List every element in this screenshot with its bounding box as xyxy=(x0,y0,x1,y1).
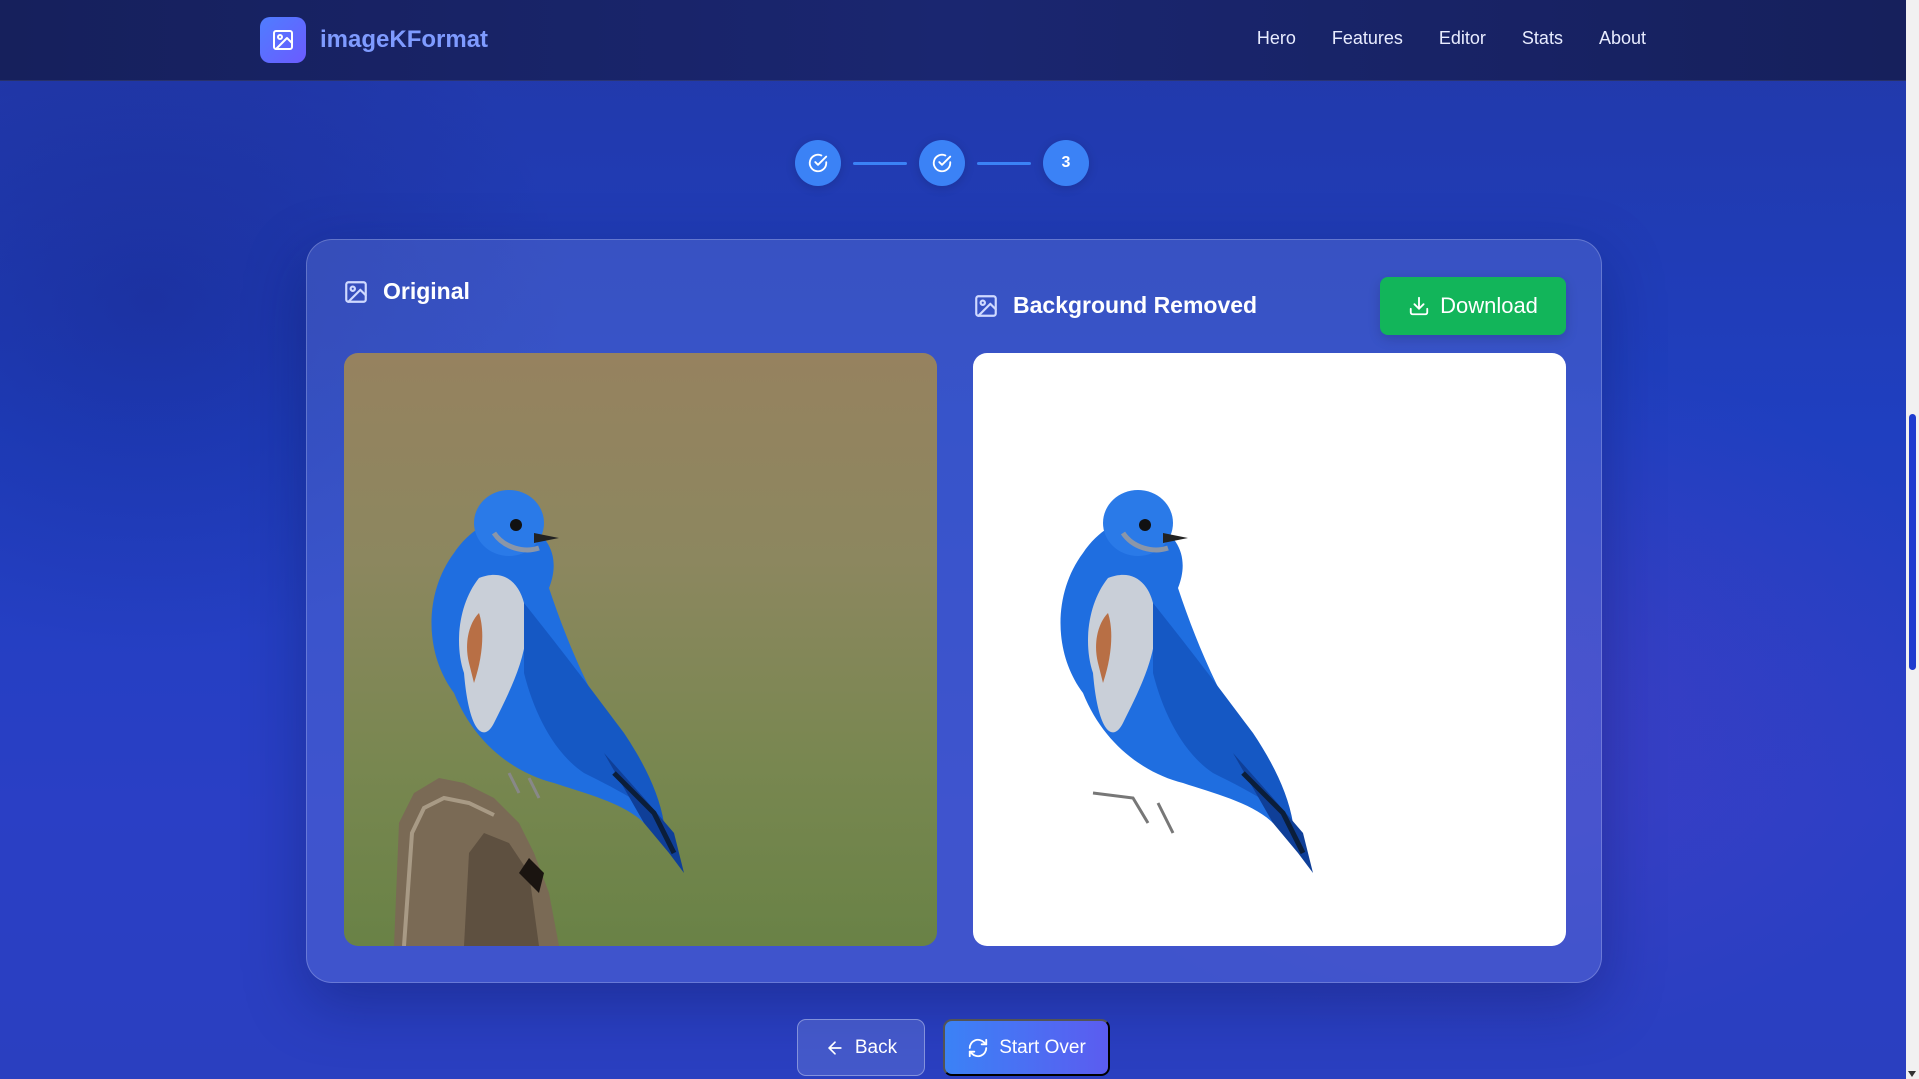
download-button[interactable]: Download xyxy=(1380,277,1566,335)
nav-item-about[interactable]: About xyxy=(1599,28,1646,49)
original-title-text: Original xyxy=(383,278,470,304)
image-icon xyxy=(260,17,306,63)
background-removed-image xyxy=(973,353,1566,946)
scroll-down-arrow-icon[interactable] xyxy=(1908,1071,1916,1077)
refresh-icon xyxy=(969,1038,988,1057)
brand-name: imageKFormat xyxy=(320,26,489,53)
step-connector xyxy=(853,161,907,165)
scrollbar-thumb[interactable] xyxy=(1909,414,1916,670)
download-label: Download xyxy=(1440,293,1538,318)
download-icon xyxy=(1409,296,1429,316)
bird-photo xyxy=(394,490,684,946)
nav-item-hero[interactable]: Hero xyxy=(1257,28,1296,49)
check-circle-icon xyxy=(932,153,952,173)
image-icon xyxy=(345,280,367,303)
nav-item-stats[interactable]: Stats xyxy=(1522,28,1563,49)
main-nav: Hero Features Editor Stats About xyxy=(1257,28,1646,49)
removed-panel-title: Background Removed xyxy=(973,292,1257,319)
step-2 xyxy=(919,140,965,186)
vertical-scrollbar[interactable] xyxy=(1906,0,1919,1079)
arrow-left-icon xyxy=(828,1040,842,1055)
top-nav-bar: imageKFormat Hero Features Editor Stats … xyxy=(0,0,1906,81)
result-card: Original Background Removed Download xyxy=(306,239,1602,983)
action-buttons: Back Start Over xyxy=(797,1019,1110,1076)
back-label: Back xyxy=(854,1036,898,1058)
removed-title-text: Background Removed xyxy=(1013,292,1258,318)
start-over-label: Start Over xyxy=(999,1036,1086,1058)
nav-item-features[interactable]: Features xyxy=(1332,28,1403,49)
original-panel-title: Original xyxy=(343,278,470,305)
step-connector xyxy=(977,161,1031,165)
check-circle-icon xyxy=(808,153,828,173)
back-button[interactable]: Back xyxy=(797,1019,925,1076)
image-icon xyxy=(975,294,997,317)
original-image xyxy=(344,353,937,946)
step-3: 3 xyxy=(1043,140,1089,186)
brand[interactable]: imageKFormat xyxy=(260,17,488,63)
progress-steps: 3 xyxy=(795,140,1089,186)
step-1 xyxy=(795,140,841,186)
start-over-button[interactable]: Start Over xyxy=(943,1019,1110,1076)
bird-cutout xyxy=(1060,490,1313,873)
nav-item-editor[interactable]: Editor xyxy=(1439,28,1486,49)
